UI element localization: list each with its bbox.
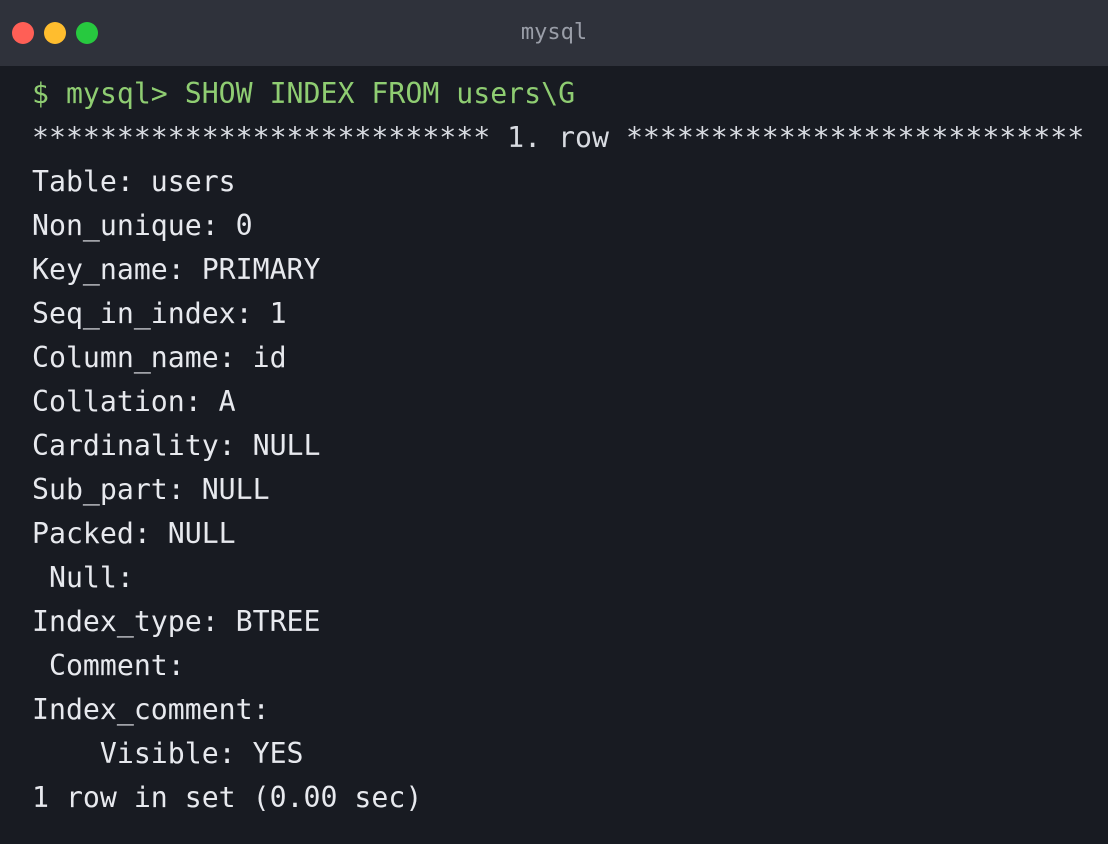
field-packed: Packed: NULL [32, 517, 236, 550]
row-separator: *************************** 1. row *****… [32, 121, 1085, 154]
terminal-output[interactable]: $ mysql> SHOW INDEX FROM users\G *******… [0, 66, 1108, 844]
field-non-unique: Non_unique: 0 [32, 209, 253, 242]
field-seq-in-index: Seq_in_index: 1 [32, 297, 287, 330]
field-comment: Comment: [32, 649, 185, 682]
field-index-type: Index_type: BTREE [32, 605, 321, 638]
field-key-name: Key_name: PRIMARY [32, 253, 321, 286]
query-summary: 1 row in set (0.00 sec) [32, 781, 423, 814]
field-index-comment: Index_comment: [32, 693, 270, 726]
prompt-command-line: $ mysql> SHOW INDEX FROM users\G [32, 77, 576, 110]
field-table: Table: users [32, 165, 236, 198]
terminal-window: mysql $ mysql> SHOW INDEX FROM users\G *… [0, 0, 1108, 844]
field-visible: Visible: YES [32, 737, 304, 770]
field-cardinality: Cardinality: NULL [32, 429, 321, 462]
field-null: Null: [32, 561, 134, 594]
title-bar: mysql [0, 0, 1108, 66]
window-title: mysql [520, 20, 588, 45]
field-column-name: Column_name: id [32, 341, 287, 374]
field-sub-part: Sub_part: NULL [32, 473, 270, 506]
field-collation: Collation: A [32, 385, 236, 418]
